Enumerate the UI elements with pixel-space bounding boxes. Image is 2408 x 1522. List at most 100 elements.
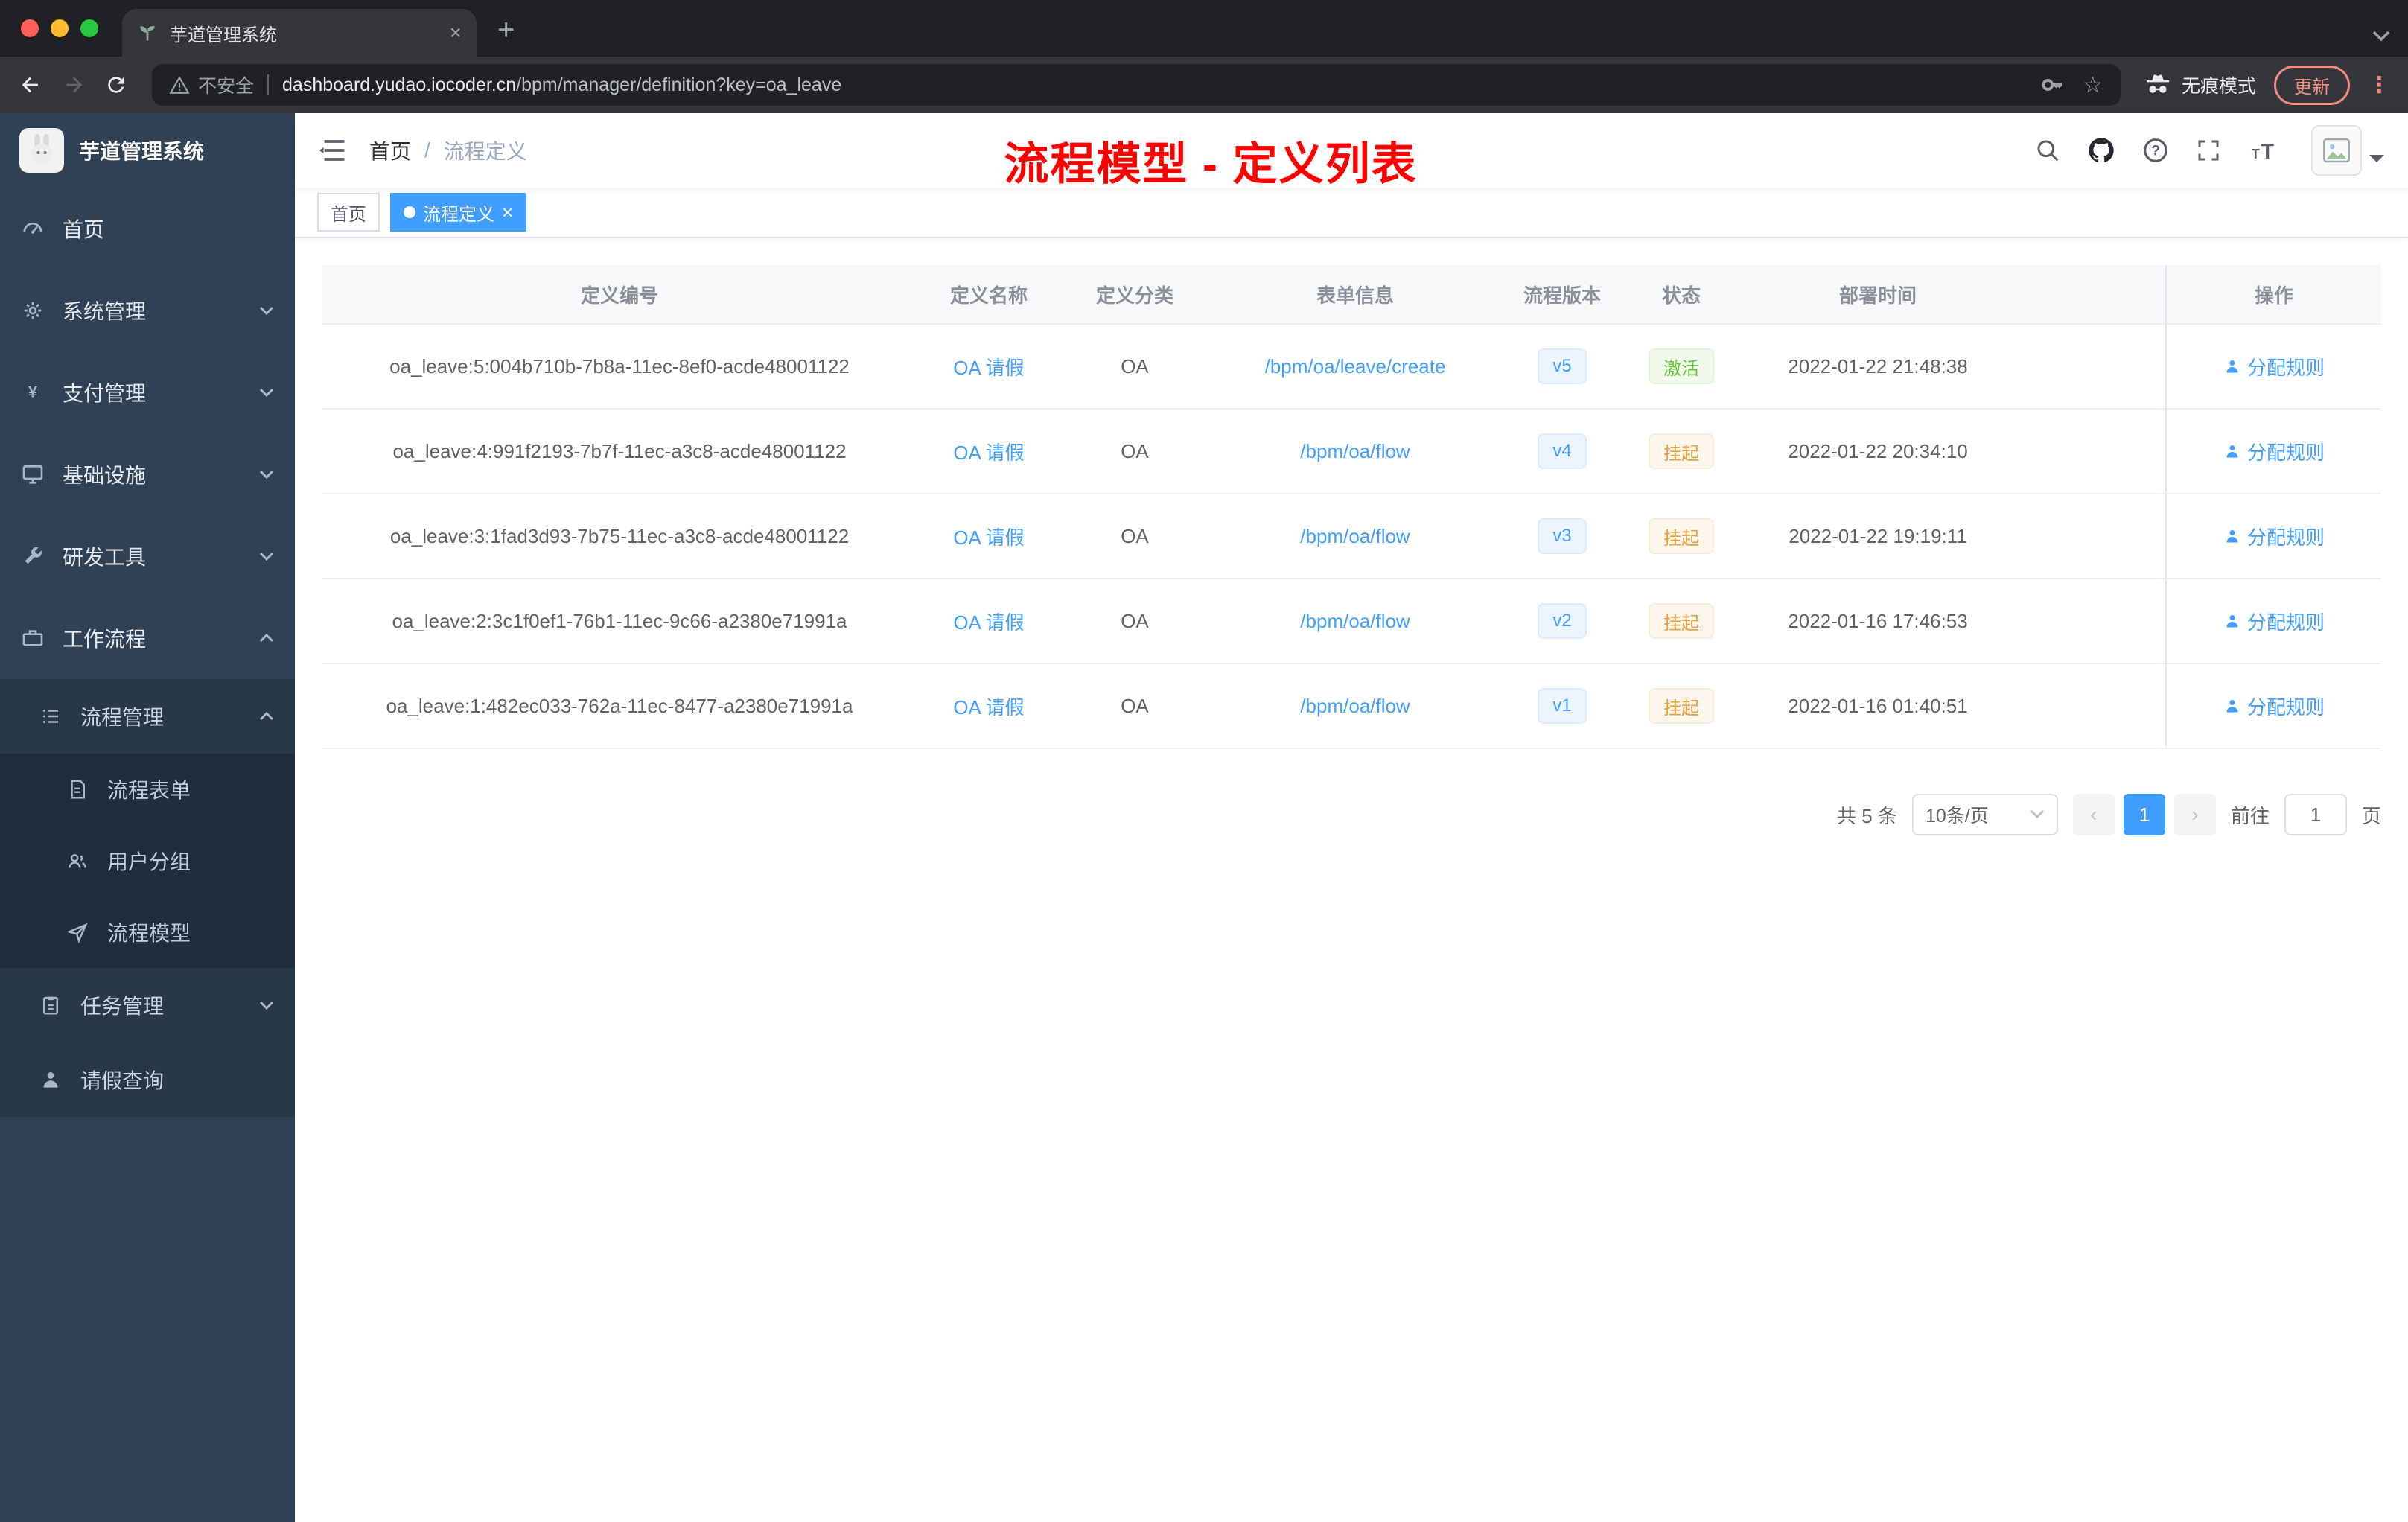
bookmark-star-icon[interactable]: ☆ — [2083, 72, 2103, 98]
forward-button[interactable] — [61, 72, 86, 98]
definition-name-link[interactable]: OA 请假 — [953, 438, 1024, 465]
form-link[interactable]: /bpm/oa/flow — [1300, 610, 1410, 633]
goto-label: 前往 — [2230, 804, 2270, 827]
pagination: 共 5 条 10条/页 ‹ 1 › 前往 页 — [322, 794, 2381, 835]
monitor-icon — [21, 462, 45, 486]
sidebar-item-devtools[interactable]: 研发工具 — [0, 515, 295, 597]
assign-rule-link[interactable]: 分配规则 — [2223, 438, 2325, 465]
breadcrumb-home-link[interactable]: 首页 — [369, 136, 411, 165]
back-button[interactable] — [18, 72, 43, 98]
sidebar-item-workflow[interactable]: 工作流程 — [0, 597, 295, 679]
header-category: 定义分类 — [1095, 284, 1173, 307]
status-tag: 激活 — [1649, 348, 1714, 384]
active-dot — [404, 206, 415, 218]
address-bar[interactable]: 不安全 dashboard.yudao.iocoder.cn /bpm/mana… — [152, 64, 2121, 106]
next-page-button[interactable]: › — [2173, 794, 2216, 835]
pagination-total: 共 5 条 — [1837, 804, 1897, 827]
sidebar-collapse-button[interactable] — [319, 139, 345, 162]
sidebar-item-home[interactable]: 首页 — [0, 188, 295, 270]
sidebar: 芋道管理系统 首页 系统管理 ¥ 支付管理 基础设施 研发工具 工作流程 流程管… — [0, 113, 295, 1522]
tag-close-icon[interactable]: × — [502, 203, 513, 222]
page-content: 定义编号 定义名称 定义分类 表单信息 流程版本 状态 部署时间 操作 oa_l… — [295, 238, 2408, 1522]
password-key-icon[interactable] — [2041, 73, 2065, 97]
status-tag: 挂起 — [1649, 688, 1714, 724]
table-row: oa_leave:3:1fad3d93-7b75-11ec-a3c8-acde4… — [322, 494, 2381, 579]
person-icon — [2226, 615, 2238, 628]
sidebar-item-payment[interactable]: ¥ 支付管理 — [0, 351, 295, 433]
assign-rule-link[interactable]: 分配规则 — [2223, 692, 2325, 720]
svg-text:T: T — [2261, 140, 2274, 164]
form-link[interactable]: /bpm/oa/flow — [1300, 440, 1410, 463]
breadcrumb: 首页 / 流程定义 — [369, 136, 527, 165]
list-icon — [39, 705, 63, 727]
screen: 芋道管理系统 × + 不安全 dashboard.yudao.iocoder.c… — [0, 0, 2408, 1522]
divider — [267, 74, 270, 95]
sidebar-item-leave-query[interactable]: 请假查询 — [0, 1042, 295, 1117]
github-icon[interactable] — [2086, 136, 2116, 165]
security-indicator[interactable]: 不安全 — [170, 71, 254, 98]
browser-tab[interactable]: 芋道管理系统 × — [122, 9, 477, 57]
deploy-time: 2022-01-16 17:46:53 — [1788, 609, 1968, 632]
paper-plane-icon — [66, 921, 89, 943]
definition-id: oa_leave:4:991f2193-7b7f-11ec-a3c8-acde4… — [392, 439, 847, 462]
browser-update-button[interactable]: 更新 — [2274, 65, 2350, 105]
sidebar-item-task-management[interactable]: 任务管理 — [0, 968, 295, 1042]
help-icon[interactable]: ? — [2141, 136, 2170, 165]
assign-rule-link[interactable]: 分配规则 — [2223, 353, 2325, 380]
user-menu[interactable] — [2311, 125, 2384, 176]
chevron-up-icon — [259, 709, 274, 724]
definition-category: OA — [1121, 354, 1149, 378]
assign-rule-link[interactable]: 分配规则 — [2223, 523, 2325, 550]
font-size-icon[interactable]: TT — [2247, 137, 2280, 164]
page-number-button[interactable]: 1 — [2123, 794, 2165, 835]
browser-tab-strip: 芋道管理系统 × + — [0, 0, 2408, 57]
incognito-badge: 无痕模式 — [2144, 71, 2256, 98]
tag-process-definition[interactable]: 流程定义 × — [390, 193, 527, 232]
app-logo-row[interactable]: 芋道管理系统 — [0, 113, 295, 188]
sidebar-item-process-model[interactable]: 流程模型 — [0, 897, 295, 968]
form-link[interactable]: /bpm/oa/leave/create — [1265, 355, 1446, 378]
url-host: dashboard.yudao.iocoder.cn — [282, 74, 517, 95]
definition-name-link[interactable]: OA 请假 — [953, 523, 1024, 550]
person-icon — [2226, 445, 2238, 458]
document-icon — [66, 778, 89, 800]
fullscreen-icon[interactable] — [2195, 137, 2222, 164]
sidebar-item-system[interactable]: 系统管理 — [0, 270, 295, 351]
window-close-button[interactable] — [21, 19, 39, 37]
definition-category: OA — [1121, 524, 1149, 547]
tab-close-icon[interactable]: × — [450, 22, 462, 43]
status-tag: 挂起 — [1649, 518, 1714, 554]
page-jump-input[interactable] — [2284, 794, 2347, 835]
table-row: oa_leave:5:004b710b-7b8a-11ec-8ef0-acde4… — [322, 325, 2381, 410]
person-icon — [2226, 530, 2238, 543]
header-status: 状态 — [1661, 284, 1701, 307]
sidebar-item-infrastructure[interactable]: 基础设施 — [0, 433, 295, 515]
reload-button[interactable] — [104, 73, 128, 97]
browser-menu-icon[interactable]: ⋮ — [2368, 72, 2390, 98]
sidebar-item-process-form[interactable]: 流程表单 — [0, 754, 295, 825]
window-minimize-button[interactable] — [51, 19, 69, 37]
page-size-select[interactable]: 10条/页 — [1911, 794, 2058, 835]
version-tag: v4 — [1538, 433, 1587, 469]
header-name: 定义名称 — [949, 284, 1028, 307]
tags-view: 首页 流程定义 × — [295, 188, 2408, 238]
window-zoom-button[interactable] — [80, 19, 98, 37]
definition-name-link[interactable]: OA 请假 — [953, 608, 1024, 635]
status-tag: 挂起 — [1649, 433, 1714, 469]
app-logo — [19, 128, 64, 173]
definition-name-link[interactable]: OA 请假 — [953, 353, 1024, 380]
definition-id: oa_leave:1:482ec033-762a-11ec-8477-a2380… — [386, 694, 853, 717]
form-link[interactable]: /bpm/oa/flow — [1300, 525, 1410, 548]
new-tab-button[interactable]: + — [497, 15, 515, 45]
search-icon[interactable] — [2034, 137, 2061, 164]
tag-home[interactable]: 首页 — [317, 193, 380, 232]
definition-category: OA — [1121, 694, 1149, 717]
assign-rule-link[interactable]: 分配规则 — [2223, 608, 2325, 635]
form-link[interactable]: /bpm/oa/flow — [1300, 695, 1410, 718]
sidebar-item-user-group[interactable]: 用户分组 — [0, 825, 295, 897]
header-deploy-time: 部署时间 — [1838, 284, 1917, 307]
definition-name-link[interactable]: OA 请假 — [953, 692, 1024, 720]
tab-search-chevron-icon[interactable] — [2372, 21, 2390, 48]
prev-page-button[interactable]: ‹ — [2072, 794, 2115, 835]
sidebar-item-process-management[interactable]: 流程管理 — [0, 679, 295, 754]
